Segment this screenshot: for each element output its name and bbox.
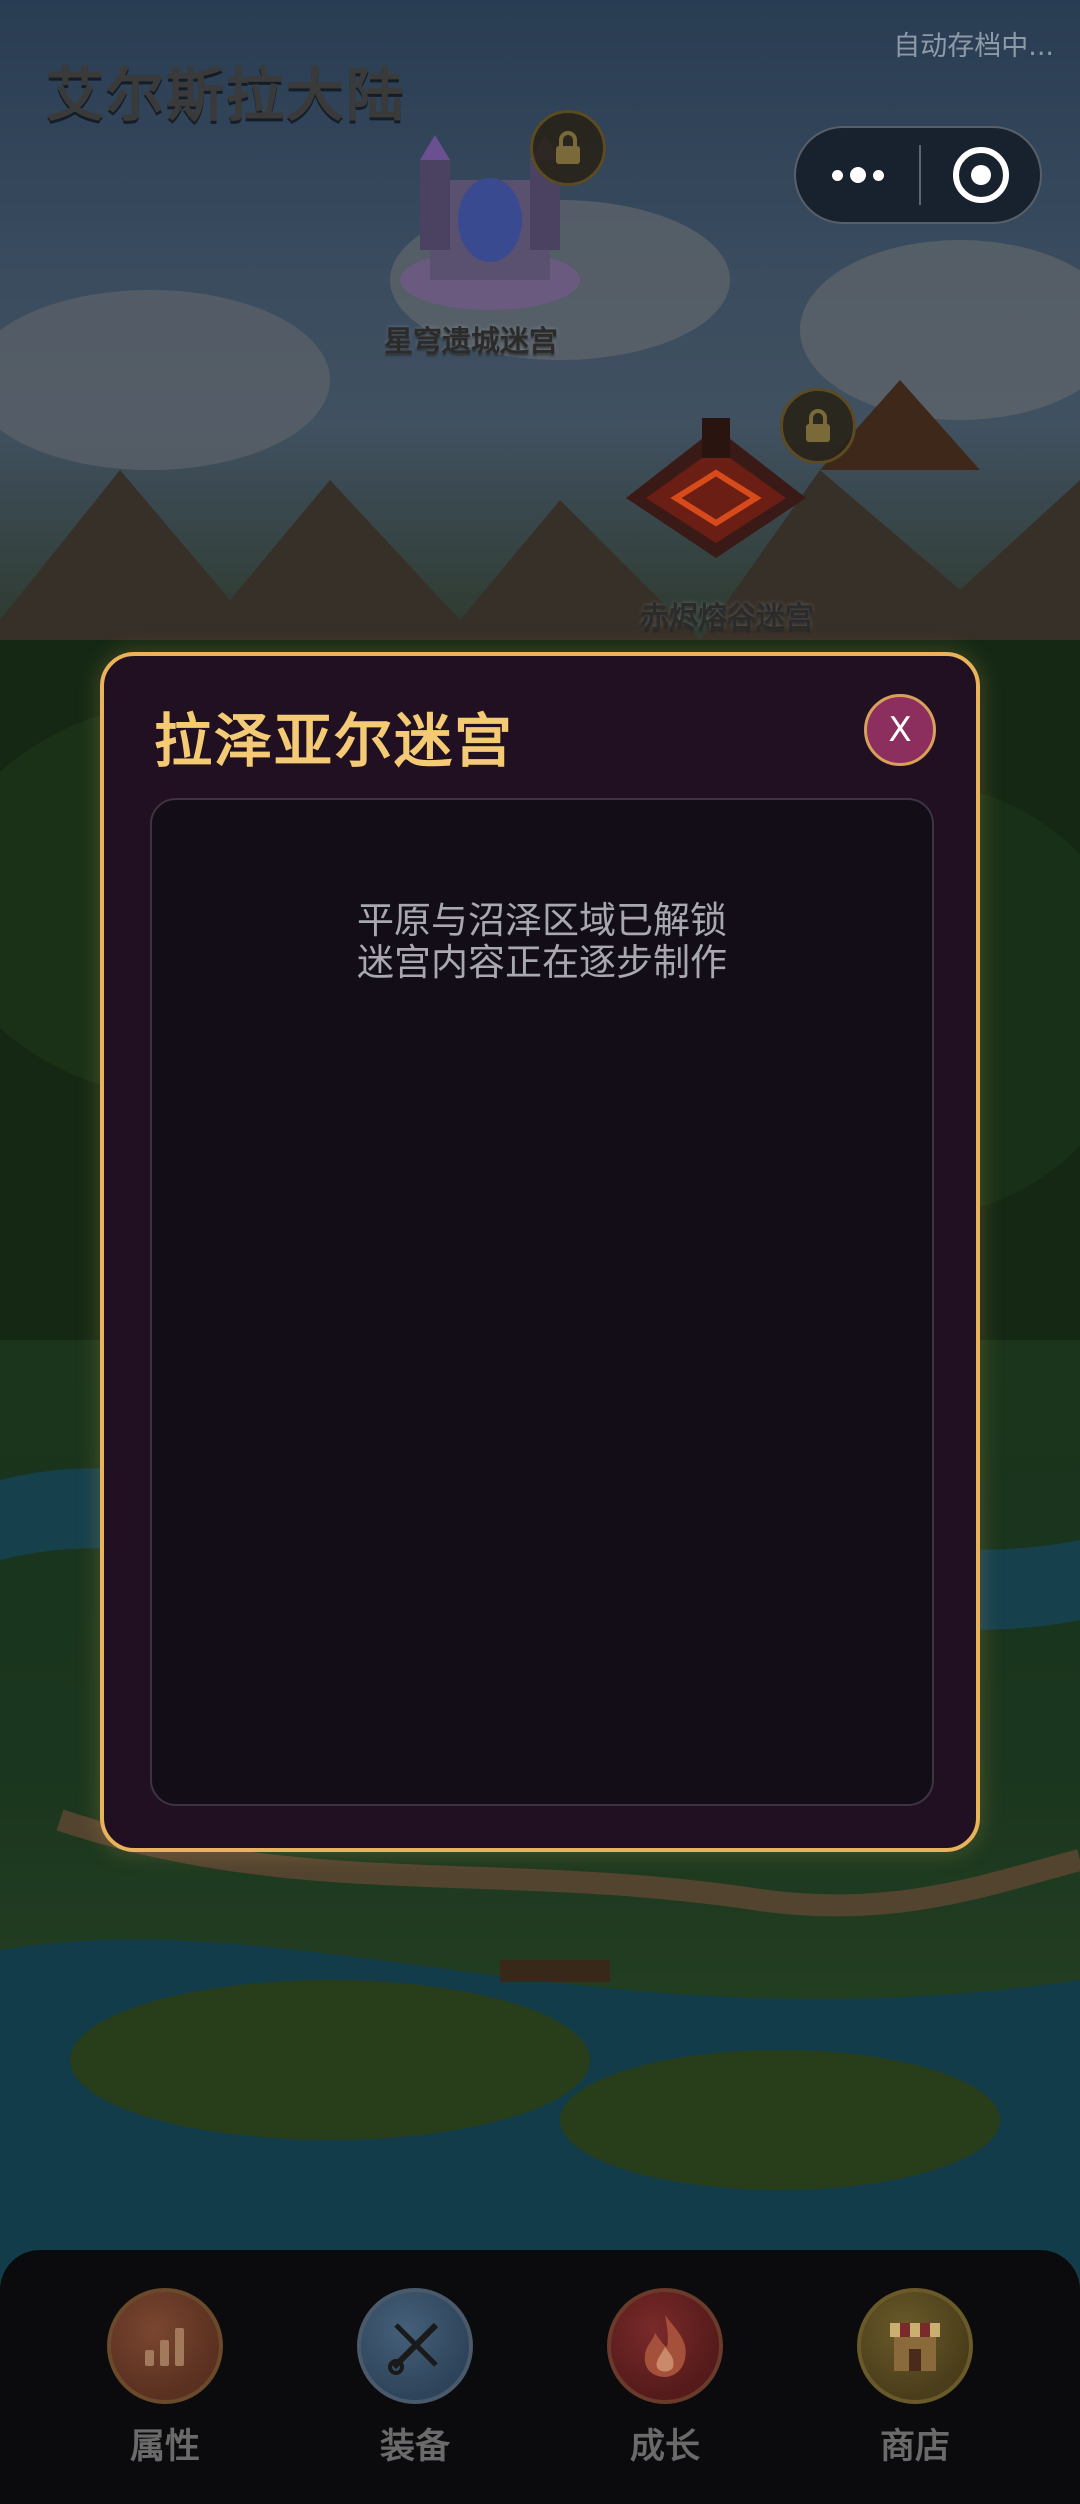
nav-item-equipment[interactable]: 装备 bbox=[335, 2250, 495, 2504]
target-circle-icon bbox=[952, 147, 1009, 203]
flame-icon bbox=[607, 2288, 723, 2404]
notice-line-2: 迷宫内容正在逐步制作 bbox=[357, 941, 727, 984]
notice-line-1: 平原与沼泽区域已解锁 bbox=[357, 899, 727, 942]
nav-label: 成长 bbox=[629, 2427, 700, 2467]
maze-node-starfall[interactable]: 星穹遗城迷宫 bbox=[370, 110, 610, 360]
nav-label: 装备 bbox=[379, 2427, 450, 2467]
lock-icon bbox=[530, 110, 606, 186]
bar-chart-icon bbox=[107, 2288, 223, 2404]
map-title: 艾尔斯拉大陆 bbox=[46, 61, 407, 129]
nav-item-growth[interactable]: 成长 bbox=[585, 2250, 745, 2504]
bottom-navigation: 属性 装备 成长 商店 bbox=[0, 2250, 1080, 2504]
more-dots-icon[interactable] bbox=[796, 128, 919, 222]
close-button[interactable]: X bbox=[864, 694, 936, 766]
dialog-title: 拉泽亚尔迷宫 bbox=[154, 707, 515, 775]
nav-label: 属性 bbox=[129, 2427, 200, 2467]
capsule-close-button[interactable] bbox=[921, 128, 1040, 222]
dialog-content-panel: 平原与沼泽区域已解锁 迷宫内容正在逐步制作 bbox=[150, 798, 934, 1806]
nav-label: 商店 bbox=[879, 2427, 950, 2467]
shop-icon bbox=[857, 2288, 973, 2404]
dialog-notice: 平原与沼泽区域已解锁 迷宫内容正在逐步制作 bbox=[152, 900, 932, 984]
maze-node-ember[interactable]: 赤烬熔谷迷宫 bbox=[610, 388, 870, 638]
autosave-status: 自动存档中... bbox=[893, 31, 1054, 62]
lock-icon bbox=[780, 388, 856, 464]
maze-node-label: 赤烬熔谷迷宫 bbox=[640, 600, 815, 634]
crossed-tools-icon bbox=[357, 2288, 473, 2404]
maze-dialog: 拉泽亚尔迷宫 X 平原与沼泽区域已解锁 迷宫内容正在逐步制作 bbox=[100, 652, 980, 1852]
menu-capsule bbox=[794, 126, 1042, 224]
nav-item-attributes[interactable]: 属性 bbox=[85, 2250, 245, 2504]
nav-item-shop[interactable]: 商店 bbox=[835, 2250, 995, 2504]
maze-node-label: 星穹遗城迷宫 bbox=[384, 324, 559, 358]
